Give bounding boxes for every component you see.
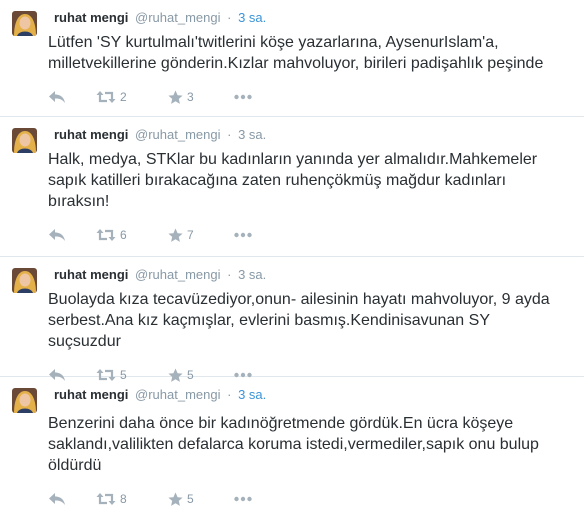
tweet-timestamp[interactable]: 3 sa. — [238, 267, 266, 282]
retweet-count: 2 — [120, 90, 127, 104]
tweet-timestamp[interactable]: 3 sa. — [238, 127, 266, 142]
reply-button[interactable] — [48, 228, 96, 242]
tweet[interactable]: ruhat mengi @ruhat_mengi · 3 sa. Lütfen … — [0, 0, 584, 117]
author-fullname[interactable]: ruhat mengi — [54, 267, 128, 282]
more-button[interactable] — [234, 94, 252, 100]
tweet-timeline: ruhat mengi @ruhat_mengi · 3 sa. Lütfen … — [0, 0, 584, 517]
avatar[interactable] — [12, 128, 37, 153]
author-username[interactable]: @ruhat_mengi — [135, 267, 220, 282]
separator-dot: · — [227, 267, 232, 282]
favorite-button[interactable]: 7 — [168, 228, 234, 243]
tweet-text: Halk, medya, STKlar bu kadınların yanınd… — [48, 151, 538, 210]
retweet-button[interactable]: 2 — [96, 90, 168, 104]
author-username[interactable]: @ruhat_mengi — [135, 387, 220, 402]
tweet[interactable]: ruhat mengi @ruhat_mengi · 3 sa. Benzeri… — [0, 377, 584, 517]
retweet-icon — [96, 91, 116, 103]
more-button[interactable] — [234, 232, 252, 238]
author-fullname[interactable]: ruhat mengi — [54, 127, 128, 142]
retweet-count: 6 — [120, 228, 127, 242]
separator-dot: · — [227, 10, 232, 25]
separator-dot: · — [227, 127, 232, 142]
author-username[interactable]: @ruhat_mengi — [135, 10, 220, 25]
star-icon — [168, 492, 183, 506]
avatar[interactable] — [12, 11, 37, 36]
retweet-count: 8 — [120, 492, 127, 506]
tweet-header: ruhat mengi @ruhat_mengi · 3 sa. — [54, 127, 572, 145]
tweet-header: ruhat mengi @ruhat_mengi · 3 sa. — [54, 10, 572, 28]
favorite-count: 3 — [187, 90, 194, 104]
tweet-text: Buolayda kıza tecavüzediyor,onun- ailesi… — [48, 291, 550, 350]
tweet-actions: 2 3 — [48, 86, 572, 108]
reply-icon — [49, 229, 65, 241]
retweet-button[interactable]: 8 — [96, 492, 168, 506]
star-icon — [168, 228, 183, 242]
tweet-timestamp[interactable]: 3 sa. — [238, 387, 266, 402]
reply-button[interactable] — [48, 90, 96, 104]
retweet-icon — [96, 229, 116, 241]
retweet-icon — [96, 493, 116, 505]
reply-icon — [49, 493, 65, 505]
more-dots-icon — [234, 94, 252, 100]
more-dots-icon — [234, 496, 252, 502]
tweet[interactable]: ruhat mengi @ruhat_mengi · 3 sa. Halk, m… — [0, 117, 584, 257]
tweet-header: ruhat mengi @ruhat_mengi · 3 sa. — [54, 387, 572, 405]
tweet-text: Lütfen 'SY kurtulmalı'twitlerini köşe ya… — [48, 34, 544, 72]
reply-button[interactable] — [48, 492, 96, 506]
author-fullname[interactable]: ruhat mengi — [54, 10, 128, 25]
favorite-button[interactable]: 3 — [168, 90, 234, 105]
tweet-text: Benzerini daha önce bir kadınöğretmende … — [48, 415, 539, 474]
avatar[interactable] — [12, 388, 37, 413]
retweet-button[interactable]: 6 — [96, 228, 168, 242]
favorite-count: 7 — [187, 228, 194, 242]
tweet-timestamp[interactable]: 3 sa. — [238, 10, 266, 25]
author-fullname[interactable]: ruhat mengi — [54, 387, 128, 402]
star-icon — [168, 90, 183, 104]
tweet-actions: 8 5 — [48, 488, 572, 510]
author-username[interactable]: @ruhat_mengi — [135, 127, 220, 142]
separator-dot: · — [227, 387, 232, 402]
favorite-count: 5 — [187, 492, 194, 506]
reply-icon — [49, 91, 65, 103]
more-button[interactable] — [234, 496, 252, 502]
more-dots-icon — [234, 232, 252, 238]
favorite-button[interactable]: 5 — [168, 492, 234, 507]
tweet-actions: 6 7 — [48, 224, 572, 246]
tweet-header: ruhat mengi @ruhat_mengi · 3 sa. — [54, 267, 572, 285]
tweet[interactable]: ruhat mengi @ruhat_mengi · 3 sa. Buolayd… — [0, 257, 584, 382]
avatar[interactable] — [12, 268, 37, 293]
